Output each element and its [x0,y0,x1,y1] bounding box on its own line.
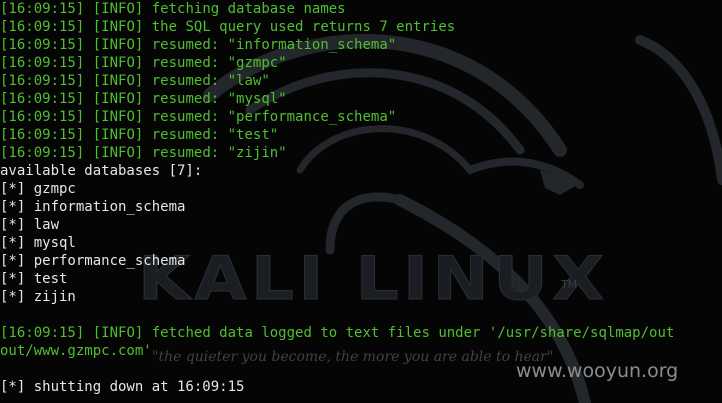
log-line: [16:09:15] [INFO] resumed: "test" [0,127,279,143]
log-line: [16:09:15] [INFO] the SQL query used ret… [0,19,456,35]
database-list-item: [*] mysql [0,235,76,251]
database-list-item: [*] zijin [0,289,76,305]
terminal-output: [16:09:15] [INFO] fetching database name… [0,0,722,396]
terminal-window[interactable]: KALI LINUX TM "the quieter you become, t… [0,0,722,403]
available-databases-header: available databases [7]: [0,163,203,179]
fetched-data-path-continuation: out/www.gzmpc.com' [0,343,152,359]
log-line: [16:09:15] [INFO] fetching database name… [0,1,346,17]
log-line: [16:09:15] [INFO] resumed: "law" [0,73,270,89]
database-list-item: [*] test [0,271,68,287]
fetched-data-log-line: [16:09:15] [INFO] fetched data logged to… [0,325,675,341]
log-line: [16:09:15] [INFO] resumed: "mysql" [0,91,287,107]
database-list-item: [*] information_schema [0,199,186,215]
database-list-item: [*] law [0,217,60,233]
database-list-item: [*] gzmpc [0,181,76,197]
log-line: [16:09:15] [INFO] resumed: "performance_… [0,109,397,125]
log-line: [16:09:15] [INFO] resumed: "gzmpc" [0,55,287,71]
log-line: [16:09:15] [INFO] resumed: "information_… [0,37,397,53]
log-line: [16:09:15] [INFO] resumed: "zijin" [0,145,287,161]
database-list-item: [*] performance_schema [0,253,186,269]
wooyun-watermark: www.wooyun.org [516,360,679,382]
